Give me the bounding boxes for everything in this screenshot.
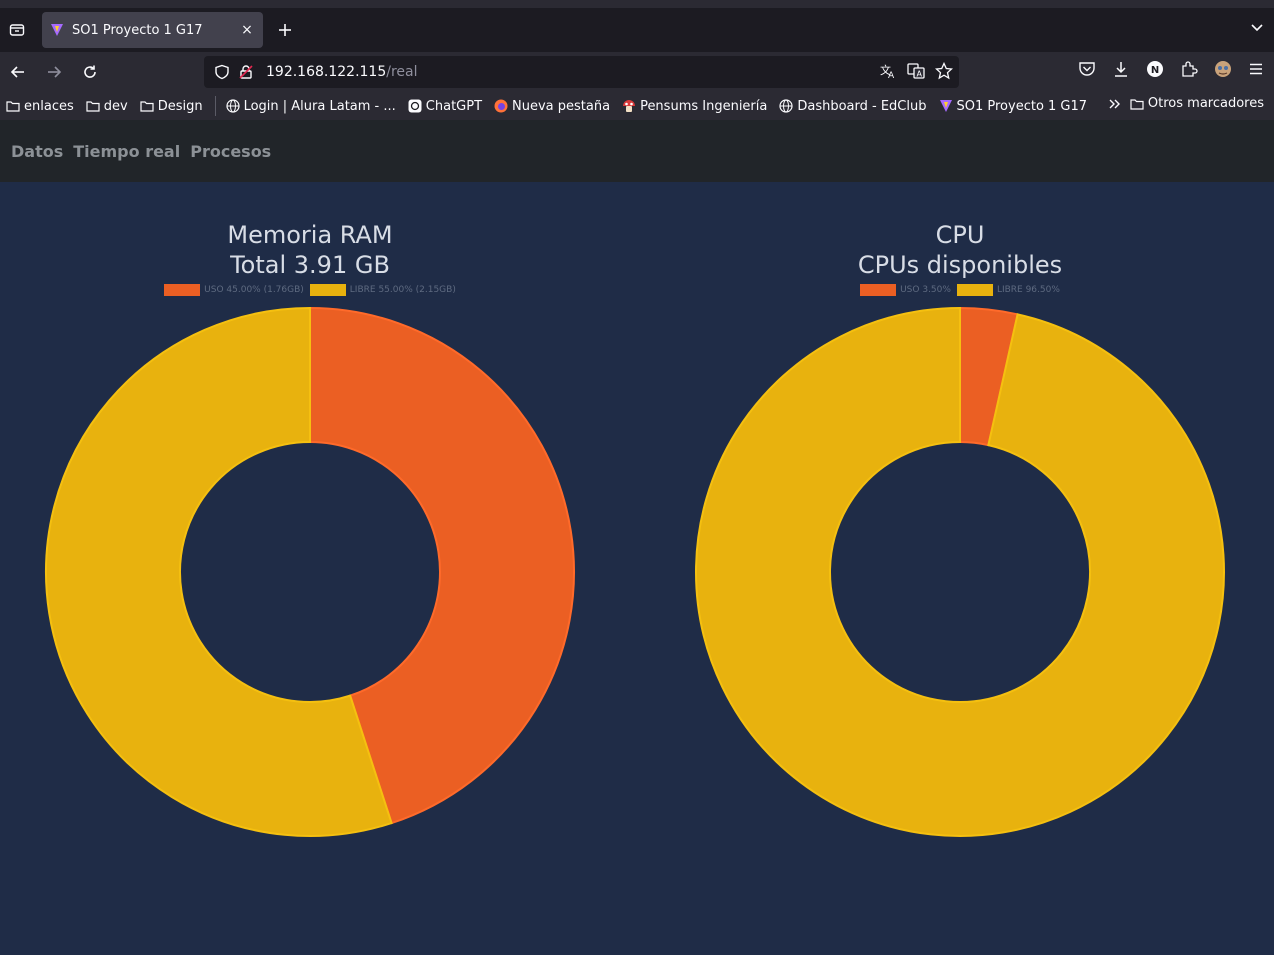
bookmark-edclub[interactable]: Dashboard - EdClub xyxy=(779,98,927,114)
menu-hamburger-icon[interactable] xyxy=(1248,61,1264,77)
pocket-icon[interactable] xyxy=(1078,60,1096,78)
new-tab-icon[interactable] xyxy=(273,18,297,42)
reload-icon[interactable] xyxy=(72,56,108,88)
bookmark-enlaces[interactable]: enlaces xyxy=(6,99,74,114)
bookmark-label: dev xyxy=(103,98,128,114)
profile-icon[interactable]: N xyxy=(1146,60,1164,78)
globe-icon xyxy=(779,99,793,113)
extensions-icon[interactable] xyxy=(1180,60,1198,78)
shield-icon[interactable] xyxy=(214,64,230,80)
translate-icon[interactable]: 文A xyxy=(879,62,897,80)
folder-icon xyxy=(140,99,154,113)
bookmark-label: SO1 Proyecto 1 G17 xyxy=(956,98,1088,114)
globe-icon xyxy=(225,99,240,113)
folder-icon xyxy=(6,99,20,113)
legend-item-libre[interactable]: LIBRE 96.50% xyxy=(956,284,1060,296)
nav-tiempo-real[interactable]: Tiempo real xyxy=(73,142,180,161)
legend-item-libre[interactable]: LIBRE 55.00% (2.15GB) xyxy=(309,284,456,296)
chevron-double-right-icon[interactable] xyxy=(1108,97,1122,111)
legend-label: LIBRE 55.00% (2.15GB) xyxy=(349,285,456,295)
bookmark-label: Design xyxy=(157,98,203,114)
bookmark-separator xyxy=(214,96,216,116)
back-icon[interactable] xyxy=(0,56,36,88)
ram-legend: USO 45.00% (1.76GB) LIBRE 55.00% (2.15GB… xyxy=(30,284,590,296)
download-icon[interactable] xyxy=(1112,60,1130,78)
svg-text:A: A xyxy=(917,70,923,79)
legend-item-uso[interactable]: USO 45.00% (1.76GB) xyxy=(164,284,304,296)
forward-icon[interactable] xyxy=(36,56,72,88)
window-top-strip xyxy=(0,0,1274,8)
tab-title: SO1 Proyecto 1 G17 xyxy=(72,22,203,38)
bookmark-chatgpt[interactable]: ChatGPT xyxy=(408,99,482,114)
cpu-donut-chart[interactable] xyxy=(690,302,1230,842)
cpu-legend: USO 3.50% LIBRE 96.50% xyxy=(680,284,1240,296)
vite-icon xyxy=(50,23,64,37)
bookmark-pensums[interactable]: Pensums Ingeniería xyxy=(622,99,767,114)
legend-label: USO 3.50% xyxy=(900,285,951,295)
legend-label: LIBRE 96.50% xyxy=(996,285,1060,295)
legend-swatch xyxy=(309,284,346,296)
chatgpt-icon xyxy=(408,99,422,113)
ram-donut-chart[interactable] xyxy=(40,302,580,842)
account-avatar-icon[interactable] xyxy=(1214,60,1232,78)
bookmark-design[interactable]: Design xyxy=(140,99,203,114)
tab-bar: SO1 Proyecto 1 G17 × xyxy=(0,8,1274,52)
svg-text:A: A xyxy=(888,71,895,80)
cpu-chart-panel: CPU CPUs disponibles USO 3.50% LIBRE 96.… xyxy=(680,220,1240,296)
folder-icon xyxy=(86,99,100,113)
bookmark-label: Pensums Ingeniería xyxy=(640,98,768,114)
bookmark-label: Dashboard - EdClub xyxy=(797,98,927,114)
nav-datos[interactable]: Datos xyxy=(11,142,63,161)
legend-swatch xyxy=(164,284,201,296)
ram-chart-panel: Memoria RAM Total 3.91 GB USO 45.00% (1.… xyxy=(30,220,590,296)
ram-chart-title: Memoria RAM xyxy=(227,221,393,249)
legend-swatch xyxy=(860,284,897,296)
url-path: /real xyxy=(386,64,418,80)
realtime-content: Memoria RAM Total 3.91 GB USO 45.00% (1.… xyxy=(0,182,1274,955)
donut-slice-libre[interactable] xyxy=(695,306,1225,837)
other-bookmarks[interactable]: Otros marcadores xyxy=(1130,96,1264,111)
firefox-icon xyxy=(494,99,508,113)
mushroom-icon xyxy=(622,99,636,113)
chevron-down-icon[interactable] xyxy=(1250,20,1264,34)
tab-list-icon[interactable] xyxy=(2,15,32,45)
bookmark-so1[interactable]: SO1 Proyecto 1 G17 xyxy=(939,98,1088,114)
navigation-bar: 192.168.122.115/real 文A A N xyxy=(0,52,1274,92)
bookmarks-toolbar: enlaces dev Design Login | Alura Latam -… xyxy=(0,92,1274,120)
other-bookmarks-label: Otros marcadores xyxy=(1147,96,1264,111)
legend-swatch xyxy=(956,284,993,296)
bookmark-label: enlaces xyxy=(24,98,74,114)
bookmark-star-icon[interactable] xyxy=(935,62,953,80)
profile-letter: N xyxy=(1151,65,1159,76)
url-bar[interactable]: 192.168.122.115/real 文A A xyxy=(204,56,959,88)
legend-item-uso[interactable]: USO 3.50% xyxy=(860,284,951,296)
cpu-chart-title: CPU xyxy=(935,221,985,249)
bookmark-nueva-pestana[interactable]: Nueva pestaña xyxy=(494,99,610,114)
cpu-chart-subtitle: CPUs disponibles xyxy=(857,251,1063,279)
nav-procesos[interactable]: Procesos xyxy=(190,142,271,161)
bookmark-label: Nueva pestaña xyxy=(512,98,611,114)
app-navbar: Datos Tiempo real Procesos xyxy=(0,120,1274,182)
bookmark-label: ChatGPT xyxy=(425,98,483,114)
bookmark-label: Login | Alura Latam - ... xyxy=(243,98,396,114)
folder-icon xyxy=(1130,97,1144,111)
vite-icon xyxy=(939,99,953,113)
browser-tab[interactable]: SO1 Proyecto 1 G17 × xyxy=(42,12,263,48)
bookmark-alura[interactable]: Login | Alura Latam - ... xyxy=(225,98,396,114)
bookmark-dev[interactable]: dev xyxy=(86,99,128,114)
url-host: 192.168.122.115 xyxy=(266,64,387,80)
legend-label: USO 45.00% (1.76GB) xyxy=(204,285,304,295)
insecure-lock-icon[interactable] xyxy=(238,64,254,80)
page-translate-icon[interactable]: A xyxy=(907,62,925,80)
ram-chart-subtitle: Total 3.91 GB xyxy=(230,251,390,279)
tab-close-icon[interactable]: × xyxy=(239,22,255,38)
